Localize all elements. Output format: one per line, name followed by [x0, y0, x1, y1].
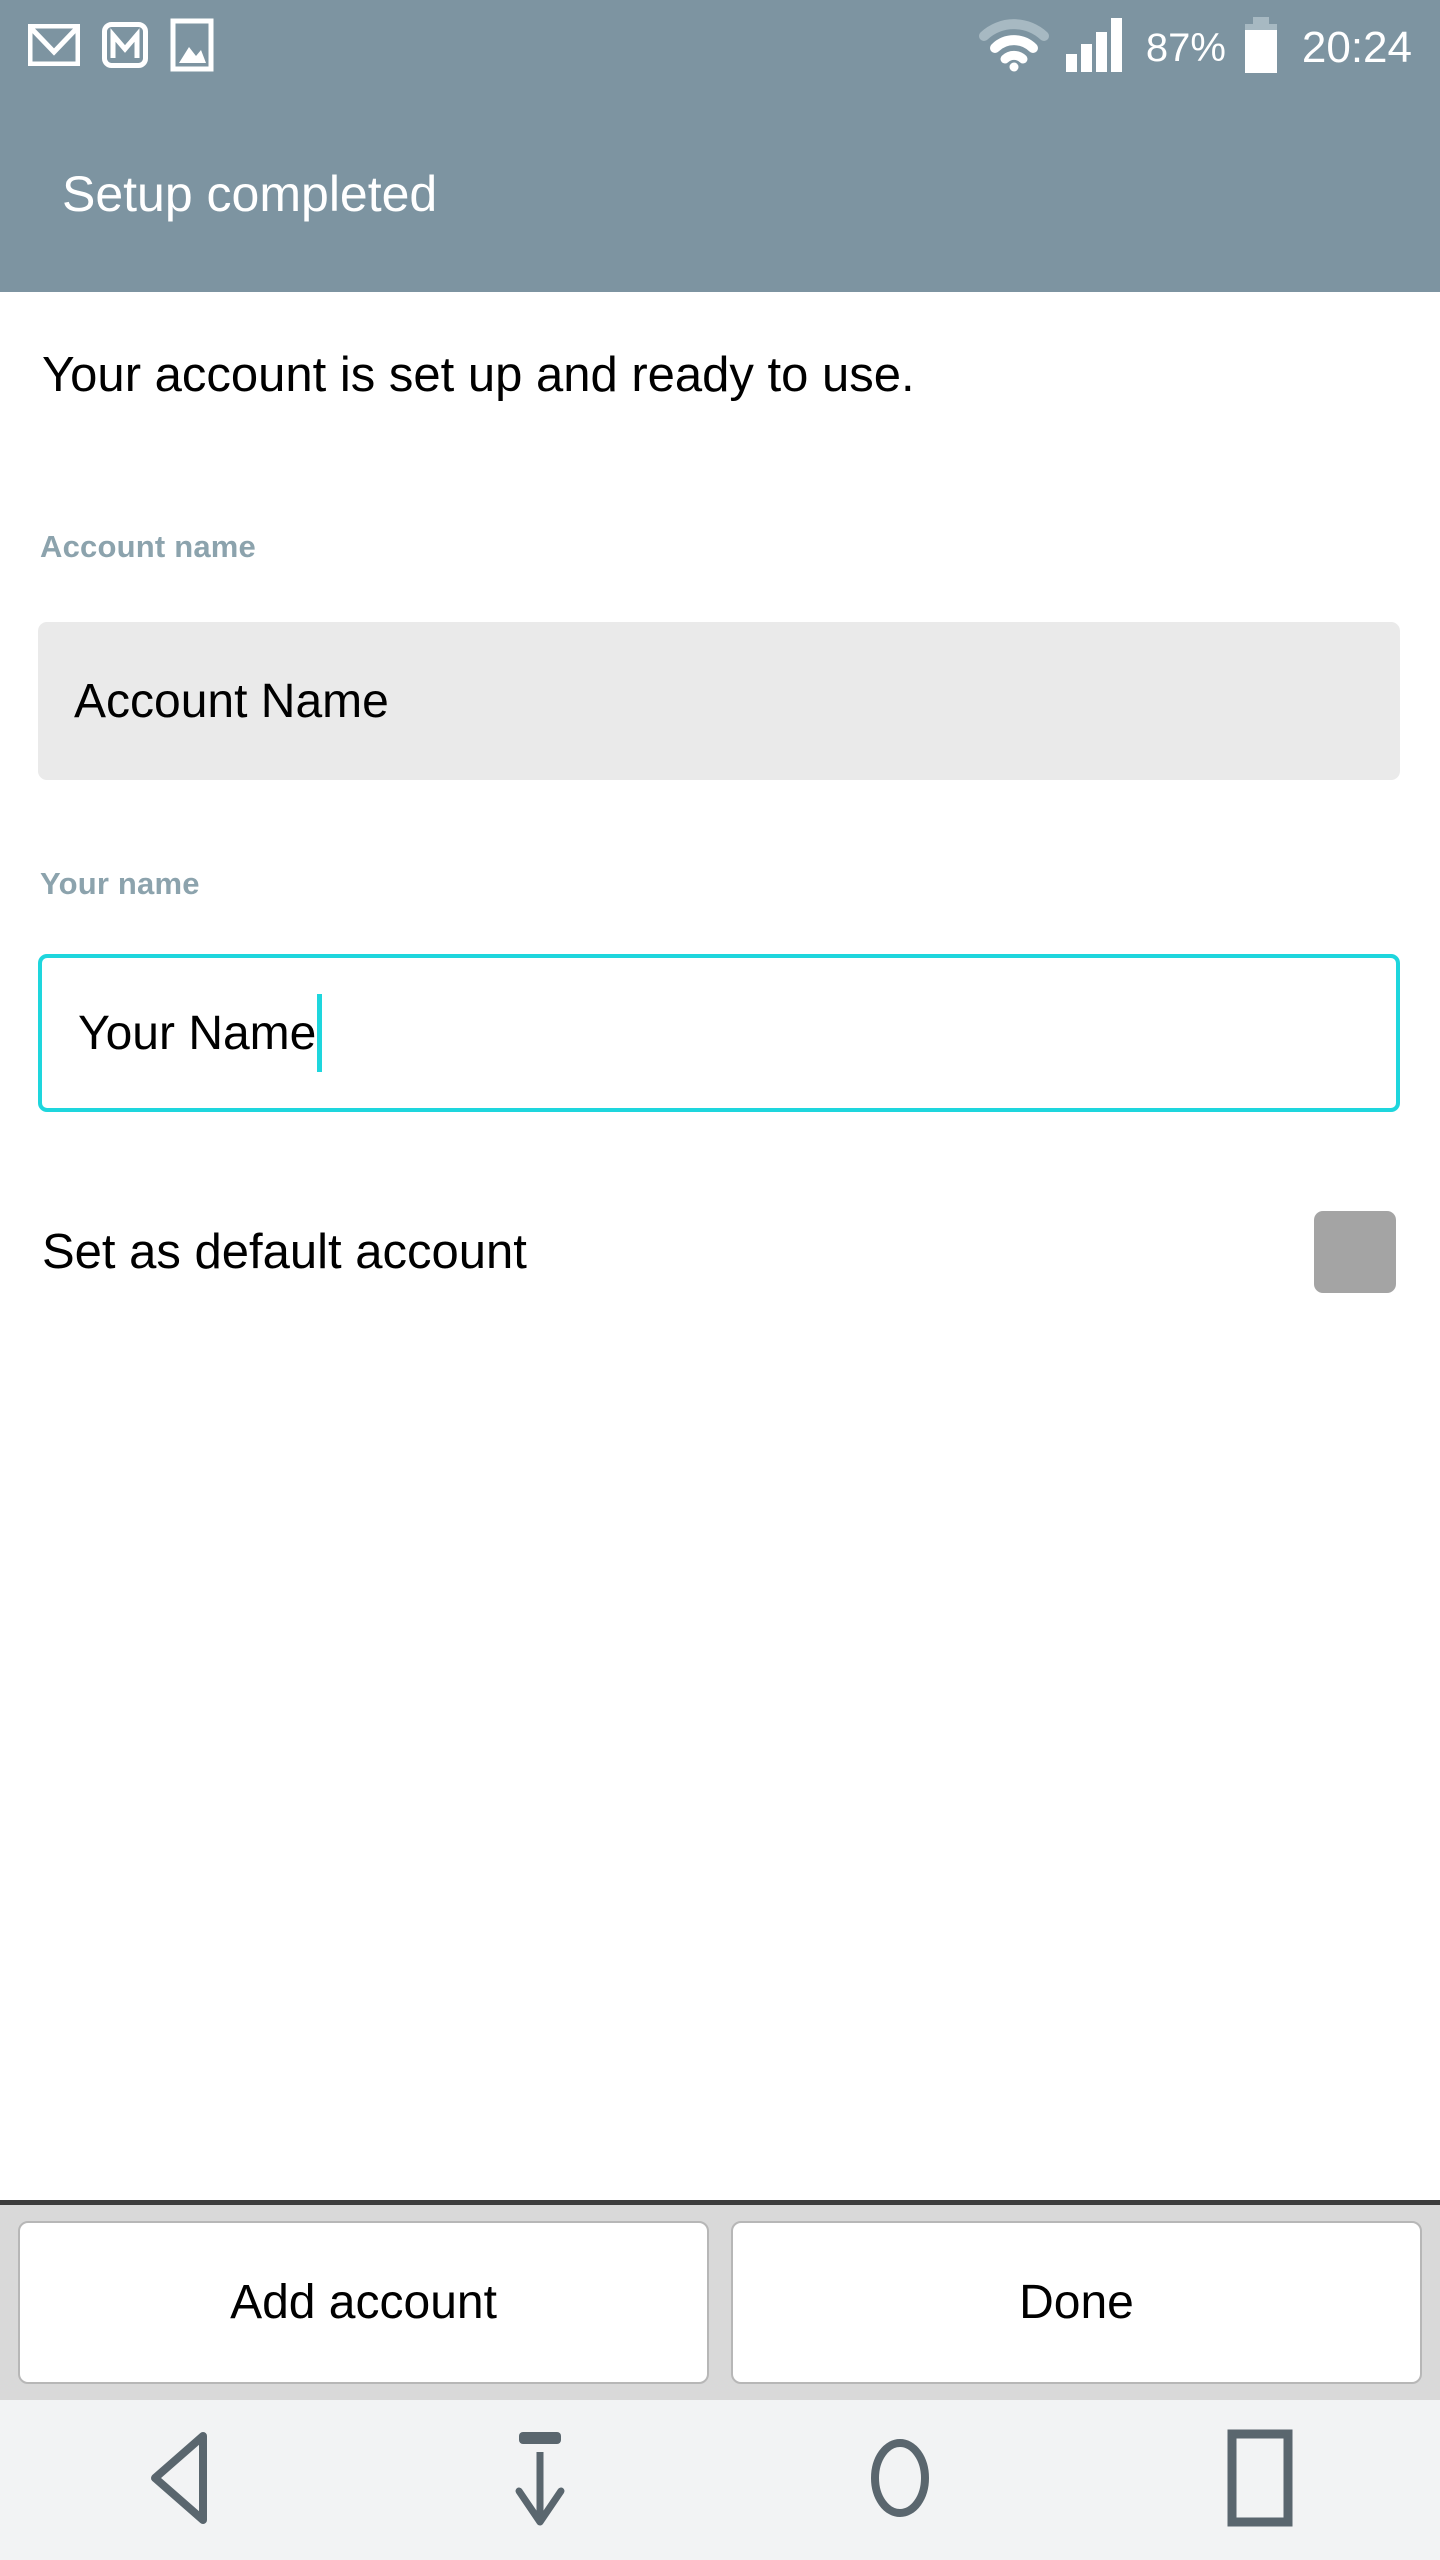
text-cursor [317, 994, 323, 1072]
done-button[interactable]: Done [731, 2221, 1422, 2384]
back-triangle-icon [145, 2430, 215, 2531]
back-button[interactable] [0, 2400, 360, 2560]
add-account-button[interactable]: Add account [18, 2221, 709, 2384]
phone-screen: 87% 20:24 Setup completed Your account i… [0, 0, 1440, 2560]
clock-label: 20:24 [1301, 22, 1412, 72]
set-default-account-row[interactable]: Set as default account [0, 1192, 1440, 1312]
wifi-icon [978, 18, 1050, 77]
arrow-down-bar-icon [501, 2428, 579, 2533]
system-navigation-bar [0, 2400, 1440, 2560]
set-default-account-label: Set as default account [42, 1225, 527, 1279]
home-button[interactable] [720, 2400, 1080, 2560]
account-name-value: Account Name [74, 674, 389, 728]
battery-icon [1240, 16, 1282, 79]
status-bar: 87% 20:24 [0, 0, 1440, 95]
app-title-bar: Setup completed [0, 95, 1440, 292]
set-default-account-checkbox[interactable] [1314, 1211, 1396, 1293]
cellular-signal-icon [1064, 16, 1132, 79]
recents-square-icon [1226, 2428, 1294, 2533]
account-name-label: Account name [40, 529, 256, 564]
page-title: Setup completed [62, 165, 438, 222]
main-content: Your account is set up and ready to use.… [0, 292, 1440, 2200]
hide-keyboard-button[interactable] [360, 2400, 720, 2560]
gmail-icon [102, 22, 148, 73]
setup-complete-message: Your account is set up and ready to use. [42, 348, 915, 402]
your-name-value: Your Name [78, 1006, 317, 1060]
email-envelope-icon [27, 23, 81, 71]
battery-percent-label: 87% [1145, 25, 1226, 70]
status-bar-system-icons: 87% 20:24 [978, 16, 1412, 79]
status-bar-notification-icons [27, 18, 214, 77]
home-circle-icon [854, 2428, 946, 2533]
account-name-input[interactable]: Account Name [38, 622, 1400, 780]
recents-button[interactable] [1080, 2400, 1440, 2560]
gallery-image-icon [170, 18, 214, 77]
your-name-label: Your name [40, 866, 200, 901]
bottom-button-bar: Add account Done [0, 2200, 1440, 2400]
your-name-input[interactable]: Your Name [38, 954, 1400, 1112]
